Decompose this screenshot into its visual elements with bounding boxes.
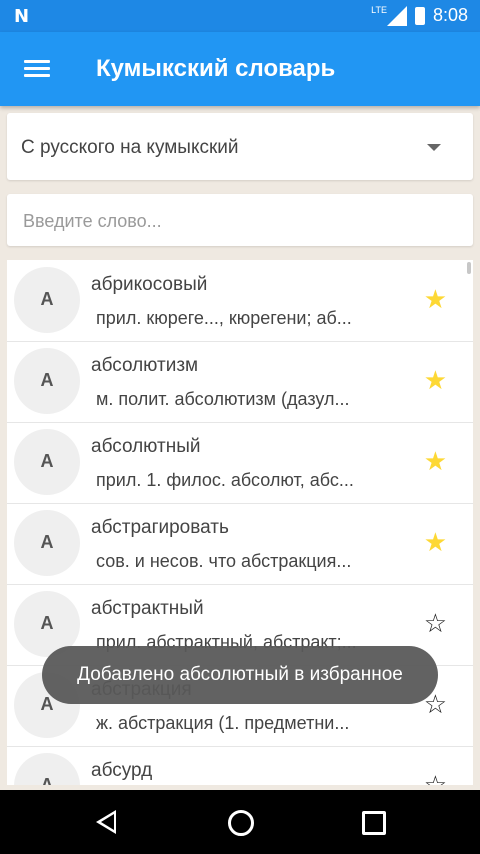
entry-word: абстрактный [91,598,204,619]
avatar-letter: А [40,775,54,785]
list-item[interactable]: Аабсолютный прил. 1. филос. абсолют, абс.… [7,422,473,504]
app-bar: Кумыкский словарь [0,32,480,106]
letter-avatar: А [14,348,80,414]
list-item[interactable]: Аабрикосовый прил. кюреге..., кюрегени; а… [7,260,473,342]
word-list: Аабрикосовый прил. кюреге..., кюрегени; а… [7,260,473,785]
entry-definition: м. полит. абсолютизм (дазул... [96,389,350,409]
entry-definition: прил. кюреге..., кюрегени; аб... [96,308,352,328]
navigation-bar [0,790,480,854]
battery-icon [414,6,425,25]
letter-avatar: А [14,510,80,576]
entry-definition: ж. абстракция (1. предметни... [96,713,350,733]
favorite-star-icon[interactable]: ☆ [424,772,447,785]
direction-selected-value: С русского на кумыкский [21,137,239,158]
entry-word: абсолютный [91,436,201,457]
entry-definition: сов. и несов. что абстракция... [96,551,352,571]
avatar-letter: А [40,451,54,471]
list-item[interactable]: Аабсурд ☆ [7,746,473,785]
dropdown-arrow-icon [427,144,441,151]
favorite-star-icon[interactable]: ★ [424,286,447,312]
direction-select[interactable]: С русского на кумыкский [7,113,473,180]
lte-label: LTE [371,4,387,15]
avatar-letter: А [40,613,54,633]
entry-word: абрикосовый [91,274,208,295]
entry-word: абстрагировать [91,517,229,538]
search-box [7,194,473,246]
entry-word: абсолютизм [91,355,199,376]
letter-avatar: А [14,267,80,333]
avatar-letter: А [40,289,54,309]
clock: 8:08 [432,5,468,25]
toast-message: Добавлено абсолютный в избранное [42,646,438,704]
letter-avatar: А [14,753,80,785]
menu-icon[interactable] [24,60,50,78]
entry-definition: прил. 1. филос. абсолют, абс... [96,470,354,490]
signal-icon [386,5,407,26]
home-icon[interactable] [228,810,254,836]
list-item[interactable]: Аабсолютизм м. полит. абсолютизм (дазул..… [7,341,473,423]
letter-avatar: А [14,429,80,495]
search-input[interactable] [21,206,455,236]
app-title: Кумыкский словарь [96,55,336,82]
list-item[interactable]: Аабстрагировать сов. и несов. что абстрак… [7,503,473,585]
entry-word: абсурд [91,760,153,781]
avatar-letter: А [40,370,54,390]
back-icon[interactable] [96,810,116,834]
avatar-letter: А [40,532,54,552]
favorite-star-icon[interactable]: ★ [424,529,447,555]
favorite-star-icon[interactable]: ☆ [424,610,447,636]
app-notification-icon: N [14,6,30,27]
favorite-star-icon[interactable]: ★ [424,448,447,474]
favorite-star-icon[interactable]: ★ [424,367,447,393]
recent-apps-icon[interactable] [362,811,386,835]
status-bar: N LTE 8:08 [0,0,480,32]
